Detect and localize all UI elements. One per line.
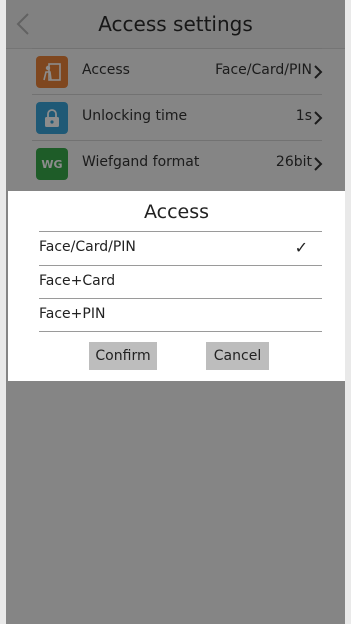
- option-face-card[interactable]: Face+Card: [39, 265, 322, 300]
- dialog-title: Access: [143, 201, 210, 223]
- option-label: Face/Card/PIN: [39, 239, 136, 255]
- cancel-button[interactable]: Cancel: [206, 342, 269, 370]
- checkmark-icon: ✓: [294, 238, 308, 257]
- confirm-button[interactable]: Confirm: [89, 342, 157, 370]
- option-face-card-pin[interactable]: Face/Card/PIN ✓: [39, 231, 322, 266]
- option-label: Face+PIN: [39, 306, 106, 322]
- option-divider: [39, 331, 322, 332]
- option-face-pin[interactable]: Face+PIN: [39, 298, 322, 333]
- option-label: Face+Card: [39, 273, 116, 289]
- access-dialog: Access Face/Card/PIN ✓ Face+Card Face+PI…: [8, 191, 345, 381]
